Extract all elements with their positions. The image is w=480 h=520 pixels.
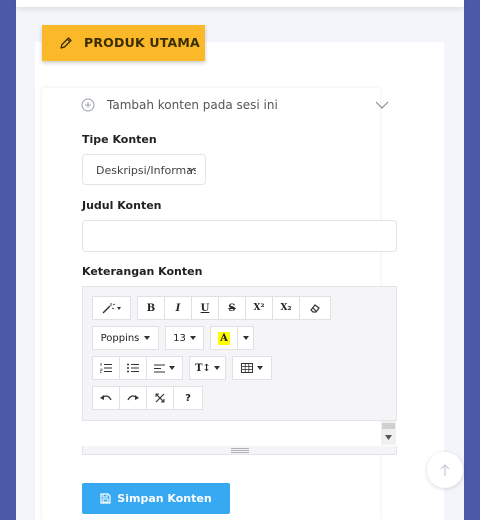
ordered-list-icon: [100, 363, 112, 373]
strikethrough-button[interactable]: S: [218, 296, 246, 320]
redo-button[interactable]: [119, 386, 147, 410]
table-icon: [241, 363, 253, 373]
content-type-value: Deskripsi/Informasi: [96, 164, 196, 177]
unordered-list-icon: [127, 363, 139, 373]
superscript-button[interactable]: X²: [245, 296, 273, 320]
paragraph-align-dropdown[interactable]: [146, 356, 183, 380]
accordion-title[interactable]: Tambah konten pada sesi ini: [107, 98, 278, 112]
arrow-up-icon: [440, 464, 450, 476]
ordered-list-button[interactable]: [92, 356, 120, 380]
highlight-color-button[interactable]: A: [210, 326, 238, 350]
title-label: Judul Konten: [82, 199, 162, 212]
help-button[interactable]: ?: [173, 386, 203, 410]
editor-content-area[interactable]: [82, 420, 397, 446]
caret-down-icon: [242, 336, 249, 340]
scroll-to-top-button[interactable]: [427, 452, 463, 488]
content-type-select[interactable]: Deskripsi/Informasi: [82, 154, 206, 185]
font-family-value: Poppins: [100, 332, 140, 344]
bold-button[interactable]: B: [137, 296, 165, 320]
redo-icon: [127, 394, 139, 400]
plus-circle-icon[interactable]: [81, 98, 95, 112]
pencil-icon: [60, 37, 72, 49]
highlight-letter: A: [218, 331, 230, 345]
section-badge: PRODUK UTAMA: [42, 25, 205, 61]
caret-down-icon: [213, 366, 220, 370]
align-left-icon: [154, 364, 165, 372]
subscript-button[interactable]: X₂: [272, 296, 300, 320]
clear-format-button[interactable]: [299, 296, 331, 320]
caret-down-icon: [169, 366, 175, 370]
text-size-dropdown[interactable]: T↕: [189, 356, 226, 380]
font-size-value: 13: [173, 332, 186, 344]
font-size-dropdown[interactable]: 13: [165, 326, 204, 350]
font-family-dropdown[interactable]: Poppins: [92, 326, 159, 350]
expand-icon: [155, 393, 165, 403]
save-button-label: Simpan Konten: [117, 492, 212, 505]
caret-down-icon: [189, 336, 196, 340]
chevron-down-icon[interactable]: [375, 100, 389, 110]
scrollbar-thumb[interactable]: [382, 423, 395, 429]
editor-scrollbar[interactable]: [381, 421, 396, 445]
floppy-disk-icon: [100, 493, 111, 504]
underline-button[interactable]: U: [191, 296, 219, 320]
description-label: Keterangan Konten: [82, 265, 203, 278]
resize-grip-icon[interactable]: [231, 448, 249, 453]
section-title: PRODUK UTAMA: [84, 35, 200, 50]
text-size-label: T↕: [195, 362, 211, 374]
undo-button[interactable]: [92, 386, 120, 410]
save-content-button[interactable]: Simpan Konten: [82, 483, 230, 514]
top-header-bar: [16, 0, 464, 7]
unordered-list-button[interactable]: [119, 356, 147, 380]
scroll-down-arrow-icon[interactable]: [385, 435, 392, 440]
caret-down-icon: [257, 366, 263, 370]
undo-icon: [100, 394, 112, 400]
highlight-color-dropdown[interactable]: [237, 326, 254, 350]
fullscreen-button[interactable]: [146, 386, 174, 410]
type-label: Tipe Konten: [82, 133, 157, 146]
chevron-down-icon: [187, 167, 195, 173]
content-title-input[interactable]: [82, 220, 397, 252]
table-insert-dropdown[interactable]: [232, 356, 272, 380]
magic-wand-icon: [102, 303, 121, 314]
magic-style-button[interactable]: [92, 296, 131, 320]
eraser-icon: [310, 304, 320, 313]
italic-button[interactable]: I: [164, 296, 192, 320]
caret-down-icon: [144, 336, 151, 340]
